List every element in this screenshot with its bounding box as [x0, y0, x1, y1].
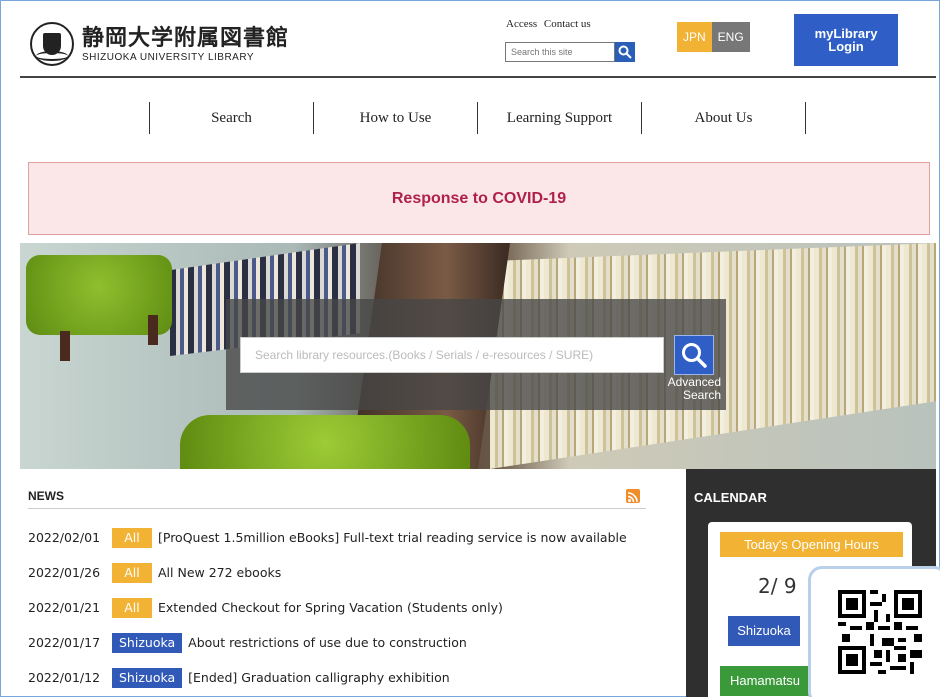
nav-about-us[interactable]: About Us: [642, 102, 806, 134]
access-link[interactable]: Access: [506, 18, 537, 30]
news-tag: All: [112, 562, 152, 583]
news-title[interactable]: All New 272 ebooks: [158, 565, 281, 580]
news-date: 2022/01/21: [28, 600, 101, 615]
contact-link[interactable]: Contact us: [544, 18, 591, 30]
news-tag: Shizuoka: [112, 632, 183, 653]
login-label: Login: [828, 39, 864, 54]
site-search-input[interactable]: [505, 42, 615, 62]
news-date: 2022/01/17: [28, 635, 101, 650]
news-tag: Shizuoka: [112, 667, 183, 688]
news-title[interactable]: [ProQuest 1.5million eBooks] Full-text t…: [158, 530, 627, 545]
search-icon: [682, 343, 707, 368]
news-heading: NEWS: [28, 489, 646, 509]
green-stool-front: [180, 415, 470, 469]
news-title[interactable]: [Ended] Graduation calligraphy exhibitio…: [188, 670, 450, 685]
header-links: Access Contact us: [506, 18, 595, 30]
news-title[interactable]: About restrictions of use due to constru…: [188, 635, 467, 650]
site-search: [505, 42, 635, 62]
lang-eng-button[interactable]: ENG: [711, 22, 750, 52]
rss-icon[interactable]: [626, 489, 640, 503]
nav-how-to-use[interactable]: How to Use: [314, 102, 478, 134]
library-search-input[interactable]: Search library resources.(Books / Serial…: [240, 337, 664, 373]
campus-shizuoka-button[interactable]: Shizuoka: [728, 616, 800, 646]
news-item[interactable]: 2022/02/01 All [ProQuest 1.5million eBoo…: [28, 520, 658, 555]
todays-hours-label: Today's Opening Hours: [720, 532, 903, 557]
news-item[interactable]: 2022/01/26 All All New 272 ebooks: [28, 555, 658, 590]
site-search-button[interactable]: [615, 42, 635, 62]
library-logo[interactable]: 静岡大学附属図書館 SHIZUOKA UNIVERSITY LIBRARY: [30, 22, 289, 66]
library-search-button[interactable]: [674, 335, 714, 375]
advanced-search-link[interactable]: Advanced Search: [655, 376, 721, 402]
nav-search[interactable]: Search: [150, 102, 314, 134]
stool-leg: [148, 315, 158, 345]
news-tag: All: [112, 527, 152, 548]
university-seal-icon: [30, 22, 74, 66]
covid-banner[interactable]: Response to COVID-19: [28, 162, 930, 235]
lang-jpn-button[interactable]: JPN: [677, 22, 712, 52]
qr-code-icon: [838, 590, 922, 674]
mylibrary-login-button[interactable]: myLibrary Login: [794, 14, 898, 66]
news-tag: All: [112, 597, 152, 618]
news-date: 2022/01/12: [28, 670, 101, 685]
nav-learning-support[interactable]: Learning Support: [478, 102, 642, 134]
language-switch: JPN ENG: [677, 22, 750, 52]
logo-japanese: 静岡大学附属図書館: [82, 24, 290, 51]
news-item[interactable]: 2022/01/12 Shizuoka [Ended] Graduation c…: [28, 660, 658, 695]
search-icon: [618, 45, 632, 59]
news-list: 2022/02/01 All [ProQuest 1.5million eBoo…: [28, 520, 658, 695]
calendar-heading: CALENDAR: [694, 490, 767, 505]
logo-english: SHIZUOKA UNIVERSITY LIBRARY: [82, 51, 255, 63]
news-date: 2022/01/26: [28, 565, 101, 580]
main-nav: Search How to Use Learning Support About…: [149, 102, 806, 134]
news-title[interactable]: Extended Checkout for Spring Vacation (S…: [158, 600, 503, 615]
news-item[interactable]: 2022/01/17 Shizuoka About restrictions o…: [28, 625, 658, 660]
news-item[interactable]: 2022/01/21 All Extended Checkout for Spr…: [28, 590, 658, 625]
news-date: 2022/02/01: [28, 530, 101, 545]
calendar-date: 2/ 9: [758, 574, 797, 598]
stool-leg: [60, 331, 70, 361]
campus-hamamatsu-button[interactable]: Hamamatsu: [720, 666, 810, 696]
header-divider: [20, 76, 936, 78]
